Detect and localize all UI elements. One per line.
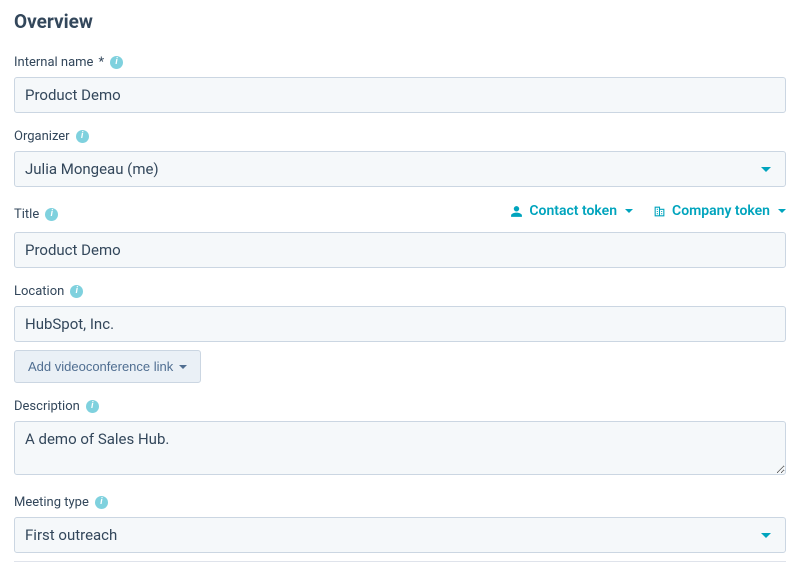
description-label-text: Description (14, 399, 80, 414)
organizer-select[interactable]: Julia Mongeau (me) (14, 151, 786, 187)
location-input[interactable] (14, 306, 786, 342)
organizer-selected-value: Julia Mongeau (me) (25, 160, 159, 178)
organizer-label-text: Organizer (14, 129, 70, 144)
meeting-type-selected-value: First outreach (25, 526, 117, 544)
title-input[interactable] (14, 232, 786, 268)
field-internal-name: Internal name * i (14, 55, 786, 113)
add-videoconference-button[interactable]: Add videoconference link (14, 350, 201, 383)
chevron-down-icon (625, 209, 633, 213)
info-icon[interactable]: i (95, 496, 108, 509)
token-buttons-row: Contact token Company token (510, 203, 786, 219)
organizer-label: Organizer i (14, 129, 786, 144)
location-label-text: Location (14, 284, 64, 299)
chevron-down-icon (761, 167, 771, 172)
info-icon[interactable]: i (86, 400, 99, 413)
meeting-type-select[interactable]: First outreach (14, 517, 786, 553)
field-meeting-type: Meeting type i First outreach (14, 495, 786, 553)
field-location: Location i Add videoconference link (14, 284, 786, 383)
chevron-down-icon (778, 209, 786, 213)
page-title: Overview (14, 10, 786, 33)
contact-token-button[interactable]: Contact token (510, 203, 633, 219)
description-label: Description i (14, 399, 786, 414)
info-icon[interactable]: i (110, 56, 123, 69)
title-row: Title i Contact token Company token (14, 203, 786, 225)
overview-form: Overview Internal name * i Organizer i J… (0, 0, 800, 562)
meeting-type-label-text: Meeting type (14, 495, 89, 510)
internal-name-label: Internal name * i (14, 55, 786, 70)
info-icon[interactable]: i (76, 130, 89, 143)
internal-name-label-text: Internal name (14, 55, 93, 70)
description-textarea[interactable]: A demo of Sales Hub. (14, 421, 786, 475)
info-icon[interactable]: i (45, 208, 58, 221)
title-label-text: Title (14, 207, 39, 222)
field-organizer: Organizer i Julia Mongeau (me) (14, 129, 786, 187)
field-title: Title i Contact token Company token (14, 203, 786, 268)
location-label: Location i (14, 284, 786, 299)
internal-name-input[interactable] (14, 77, 786, 113)
field-description: Description i A demo of Sales Hub. (14, 399, 786, 479)
required-mark: * (98, 55, 104, 70)
info-icon[interactable]: i (70, 285, 83, 298)
meeting-type-label: Meeting type i (14, 495, 786, 510)
add-videoconference-label: Add videoconference link (28, 359, 173, 374)
company-token-button[interactable]: Company token (653, 203, 786, 219)
chevron-down-icon (761, 533, 771, 538)
contact-icon (510, 205, 523, 218)
title-label: Title i (14, 207, 58, 222)
company-token-label: Company token (672, 203, 770, 219)
chevron-down-icon (179, 365, 187, 369)
company-icon (653, 205, 666, 218)
contact-token-label: Contact token (529, 203, 617, 219)
